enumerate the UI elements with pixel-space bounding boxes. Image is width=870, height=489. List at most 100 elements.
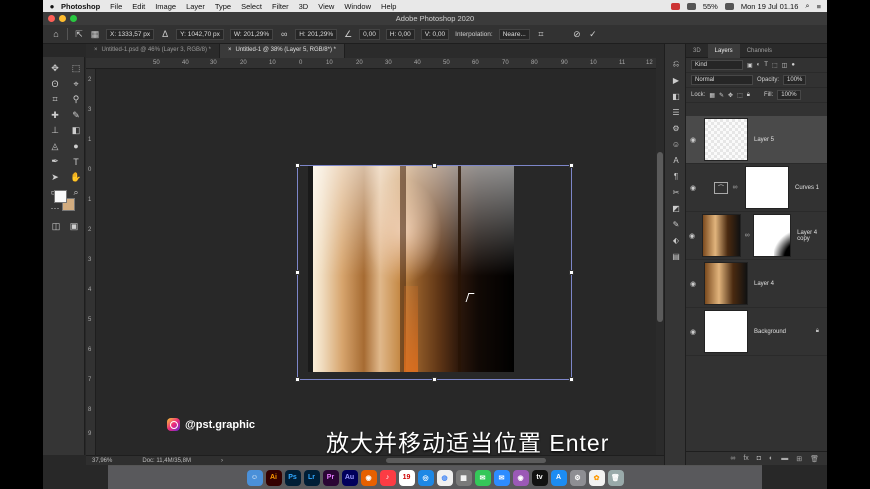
menu-file[interactable]: File [110, 2, 122, 11]
vertical-scrollbar[interactable] [656, 58, 664, 455]
menu-edit[interactable]: Edit [132, 2, 145, 11]
zoom-level[interactable]: 37,96% [92, 458, 112, 464]
eye-icon[interactable]: ◉ [686, 280, 700, 288]
chevron-right-icon[interactable]: › [221, 458, 223, 464]
menu-layer[interactable]: Layer [186, 2, 205, 11]
premiere-icon[interactable]: Pr [322, 469, 339, 486]
bucket-icon[interactable]: ◬ [46, 139, 64, 155]
safari-icon[interactable]: ◎ [417, 469, 434, 486]
trash-icon[interactable]: 🗑︎ [607, 469, 624, 486]
music-icon[interactable]: ♪ [379, 469, 396, 486]
filter-adjust-icon[interactable]: ◐ [757, 62, 761, 68]
firefox-icon[interactable]: ◉ [360, 469, 377, 486]
eye-icon[interactable]: ◉ [686, 184, 700, 192]
h-skew-field[interactable]: H: 0,00 [385, 28, 415, 40]
menu-help[interactable]: Help [381, 2, 396, 11]
foreground-color-swatch[interactable] [54, 190, 67, 203]
transform-handle[interactable] [295, 377, 300, 382]
lock-pixels-icon[interactable]: ▦ [709, 92, 715, 99]
transform-handle[interactable] [295, 270, 300, 275]
interpolation-select[interactable]: Neare... [498, 28, 530, 40]
height-field[interactable]: H: 201,29% [295, 28, 338, 40]
fill-field[interactable]: 100% [777, 90, 801, 100]
transform-handle[interactable] [432, 377, 437, 382]
adjustments-icon[interactable]: ☰ [665, 104, 687, 120]
eye-icon[interactable]: ◉ [686, 136, 700, 144]
doc-size[interactable]: Doc: 11,4M/35,8M [142, 458, 191, 464]
battery-icon[interactable] [724, 2, 734, 10]
hand-icon[interactable]: ✋ [67, 170, 85, 186]
crop-icon[interactable]: ⌗ [46, 92, 64, 108]
lightroom-icon[interactable]: Lr [303, 469, 320, 486]
close-tab-icon[interactable]: × [228, 47, 232, 53]
new-adjustment-icon[interactable]: ◐ [769, 455, 773, 462]
filter-shape-icon[interactable]: ⬚ [772, 62, 778, 69]
search-icon[interactable]: ⌕ [805, 1, 809, 11]
record-icon[interactable] [670, 2, 680, 10]
horizontal-scrollbar[interactable] [386, 458, 546, 463]
filter-pixel-icon[interactable]: ▣ [747, 62, 753, 69]
filter-smart-icon[interactable]: ◫ [782, 62, 788, 69]
screen-mode-icon[interactable]: ▣ [65, 219, 83, 235]
new-group-icon[interactable]: ▬ [781, 455, 788, 462]
tools-preset-icon[interactable]: ✂ [665, 184, 687, 200]
type-icon[interactable]: T [67, 154, 85, 170]
quick-mask-icon[interactable]: ◫ [47, 219, 65, 235]
clock[interactable]: Mon 19 Jul 01.16 [741, 2, 799, 11]
layer-name[interactable]: Background [754, 329, 786, 335]
layer-name[interactable]: Curves 1 [795, 185, 819, 191]
launchpad-icon[interactable]: ▦ [455, 469, 472, 486]
paths-icon[interactable]: ⬖ [665, 232, 687, 248]
marquee-icon[interactable]: ⬚ [67, 61, 85, 77]
menu-image[interactable]: Image [155, 2, 176, 11]
angle-field[interactable]: 0,00 [359, 28, 380, 40]
podcasts-icon[interactable]: ◉ [512, 469, 529, 486]
fx-icon[interactable]: fx [743, 455, 748, 462]
character-icon[interactable]: A [665, 152, 687, 168]
menu-3d[interactable]: 3D [299, 2, 309, 11]
libraries-icon[interactable]: ◧ [665, 88, 687, 104]
width-field[interactable]: W: 201,29% [229, 28, 274, 40]
paragraph-icon[interactable]: ¶ [665, 168, 687, 184]
eye-icon[interactable]: ◉ [686, 232, 698, 240]
layer-row[interactable]: ◉ ∞ Layer 4 copy [686, 212, 827, 260]
appletv-icon[interactable]: tv [531, 469, 548, 486]
layer-name[interactable]: Layer 4 copy [797, 230, 827, 242]
close-window-button[interactable] [48, 15, 55, 22]
home-icon[interactable]: ⌂ [51, 29, 61, 39]
v-skew-field[interactable]: V: 0,00 [420, 28, 450, 40]
transform-handle[interactable] [295, 163, 300, 168]
calendar-icon[interactable]: 19 [398, 469, 415, 486]
eraser-icon[interactable]: ◧ [67, 123, 85, 139]
stamp-icon[interactable]: ⊥ [46, 123, 64, 139]
glyphs-icon[interactable]: ◩ [665, 200, 687, 216]
healing-icon[interactable]: ✚ [46, 108, 64, 124]
layer-row[interactable]: ◉ ⌒ ∞ Curves 1 [686, 164, 827, 212]
filter-type-icon[interactable]: T [764, 62, 768, 68]
messages-icon[interactable]: ✉ [474, 469, 491, 486]
free-transform-box[interactable] [295, 163, 574, 382]
cancel-icon[interactable]: ⊘ [572, 29, 582, 39]
path-select-icon[interactable]: ➤ [46, 170, 64, 186]
close-tab-icon[interactable]: × [94, 47, 98, 53]
menu-view[interactable]: View [318, 2, 334, 11]
menu-filter[interactable]: Filter [272, 2, 289, 11]
menu-list-icon[interactable]: ≡ [817, 2, 821, 11]
lock-icon[interactable]: 🔒︎ [747, 92, 750, 99]
opacity-field[interactable]: 100% [783, 75, 807, 85]
lock-move-icon[interactable]: ✥ [728, 92, 733, 99]
wifi-icon[interactable] [686, 2, 696, 10]
link-layers-icon[interactable]: ∞ [730, 455, 735, 462]
chrome-icon[interactable]: ◍ [436, 469, 453, 486]
menu-window[interactable]: Window [344, 2, 371, 11]
tab-document-2[interactable]: × Untitled-1 @ 38% (Layer 5, RGB/8*) * [220, 44, 345, 58]
move-icon[interactable]: ✥ [46, 61, 64, 77]
lock-paint-icon[interactable]: ✎ [719, 92, 724, 99]
brush-icon[interactable]: ✎ [67, 108, 85, 124]
scrollbar-thumb[interactable] [657, 152, 663, 322]
reference-point-icon[interactable]: ▦ [90, 29, 100, 39]
minimize-window-button[interactable] [59, 15, 66, 22]
x-field[interactable]: X: 1333,57 px [106, 28, 155, 40]
kind-filter[interactable]: Kind [691, 60, 743, 70]
new-layer-icon[interactable]: ⊞ [796, 455, 802, 463]
